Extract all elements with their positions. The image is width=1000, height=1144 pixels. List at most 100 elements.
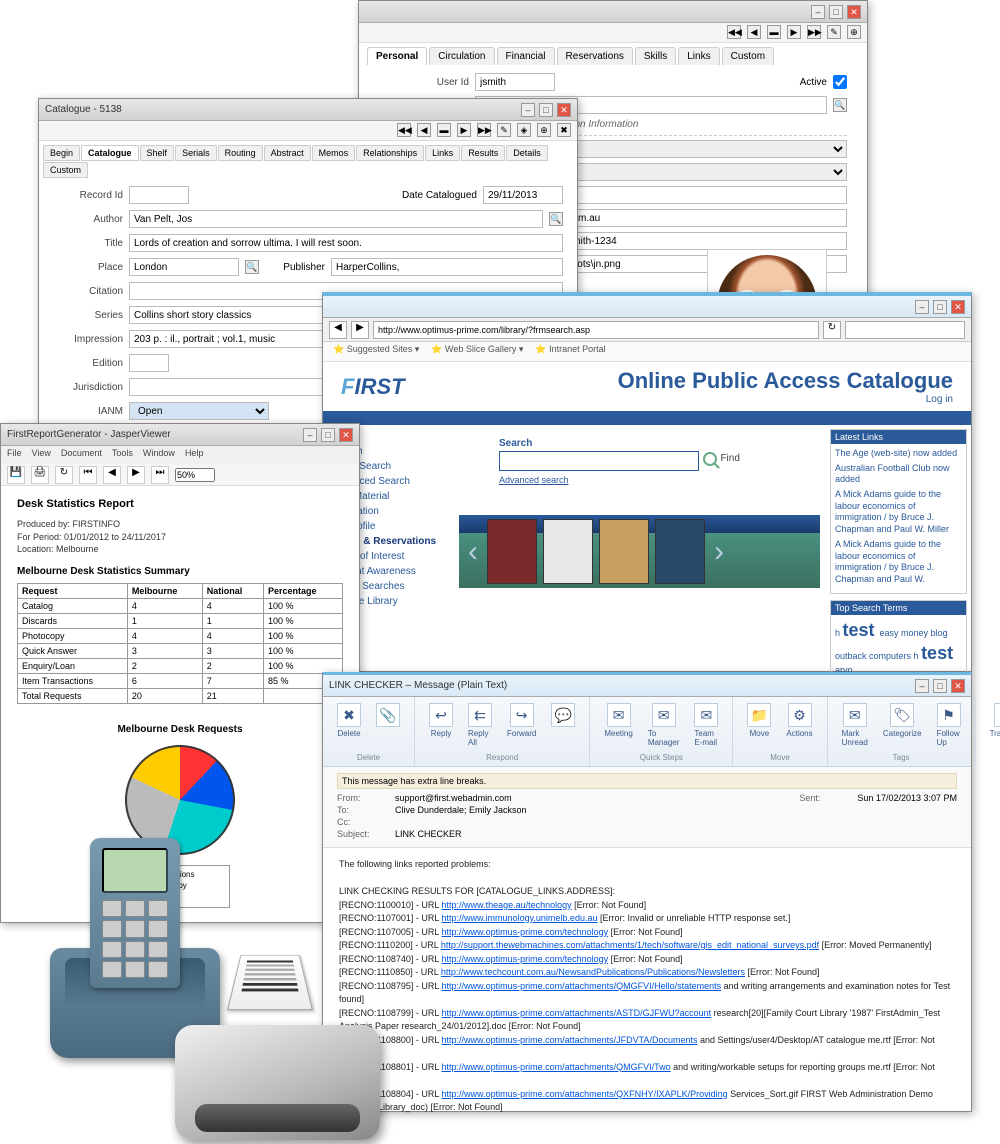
checked-url-link[interactable]: http://www.optimus-prime.com/attachments… [442,1062,671,1072]
nav-button[interactable]: ▬ [767,25,781,39]
nav-button[interactable]: ▶ [457,123,471,137]
tab-personal[interactable]: Personal [367,47,427,65]
tab-links[interactable]: Links [678,47,719,65]
ribbon-button-forward[interactable]: ↪Forward [501,701,542,749]
minimize-icon[interactable]: – [521,103,535,117]
tab-memos[interactable]: Memos [312,145,356,161]
close-icon[interactable]: ✕ [847,5,861,19]
checked-url-link[interactable]: http://www.optimus-prime.com/attachments… [442,1008,712,1018]
latest-link-item[interactable]: A Mick Adams guide to the labour economi… [835,539,962,586]
refresh-icon[interactable]: ↻ [823,321,841,339]
search-tag[interactable]: test [843,620,880,640]
titlebar[interactable]: Catalogue - 5138 – □ ✕ [39,99,577,121]
checked-url-link[interactable]: http://www.optimus-prime.com/technology [442,927,609,937]
nav-button[interactable]: ◀◀ [727,25,741,39]
save-icon[interactable]: 💾 [7,466,25,484]
search-tag[interactable]: h [835,628,843,638]
tab-abstract[interactable]: Abstract [264,145,311,161]
active-checkbox[interactable] [833,73,847,91]
menu-window[interactable]: Window [143,448,175,462]
latest-link-item[interactable]: The Age (web-site) now added [835,448,962,460]
ribbon-button-categorize[interactable]: 🏷Categorize [877,701,928,749]
ribbon-button--[interactable]: 📎 [370,701,406,740]
tab-links[interactable]: Links [425,145,460,161]
ribbon-button--[interactable]: 💬 [545,701,581,749]
tab-catalogue[interactable]: Catalogue [81,145,139,161]
prev-page-icon[interactable]: ◀ [103,466,121,484]
nav-button[interactable]: ▬ [437,123,451,137]
minimize-icon[interactable]: – [303,428,317,442]
edition-input[interactable] [129,354,169,372]
tab-serials[interactable]: Serials [175,145,217,161]
tab-begin[interactable]: Begin [43,145,80,161]
tab-custom[interactable]: Custom [43,162,88,178]
next-page-icon[interactable]: ▶ [127,466,145,484]
checked-url-link[interactable]: http://www.optimus-prime.com/technology [442,954,609,964]
lookup-icon[interactable]: 🔍 [549,212,563,226]
date-cat-input[interactable] [483,186,563,204]
checked-url-link[interactable]: http://www.optimus-prime.com/attachments… [442,1089,728,1099]
nav-button[interactable]: ⊕ [537,123,551,137]
carousel-prev-icon[interactable]: ‹ [463,532,483,572]
checked-url-link[interactable]: http://support.thewebmachines.com/attach… [441,940,819,950]
menu-document[interactable]: Document [61,448,102,462]
book-cover[interactable] [655,519,705,584]
url-input[interactable] [373,321,819,339]
place-input[interactable] [129,258,239,276]
publisher-input[interactable] [331,258,563,276]
title-input[interactable] [129,234,563,252]
tab-custom[interactable]: Custom [722,47,774,65]
ribbon-button-translate[interactable]: ⊕Translate [984,701,1000,740]
titlebar[interactable]: – □ ✕ [323,296,971,318]
close-icon[interactable]: ✕ [557,103,571,117]
record-id-input[interactable] [129,186,189,204]
nav-button[interactable]: ▶ [787,25,801,39]
search-tag[interactable]: easy money [880,628,931,638]
tab-circulation[interactable]: Circulation [429,47,494,65]
nav-button[interactable]: ▶▶ [807,25,821,39]
bookmark-item[interactable]: ⭐ Suggested Sites ▾ [333,344,419,359]
menu-view[interactable]: View [32,448,51,462]
nav-button[interactable]: ◀ [417,123,431,137]
ribbon-button-meeting[interactable]: ✉Meeting [598,701,638,749]
tab-skills[interactable]: Skills [635,47,676,65]
login-link[interactable]: Log in [618,394,953,405]
checked-url-link[interactable]: http://www.optimus-prime.com/attachments… [442,981,722,991]
carousel-next-icon[interactable]: › [709,532,729,572]
author-input[interactable] [129,210,543,228]
first-page-icon[interactable]: ⏮ [79,466,97,484]
latest-link-item[interactable]: Australian Football Club now added [835,463,962,486]
lookup-icon[interactable]: 🔍 [245,260,259,274]
find-button[interactable]: Find [703,452,739,466]
maximize-icon[interactable]: □ [539,103,553,117]
zoom-input[interactable] [175,468,215,482]
ribbon-button-to-manager[interactable]: ✉To Manager [642,701,686,749]
ribbon-button-mark-unread[interactable]: ✉Mark Unread [836,701,874,749]
titlebar[interactable]: – □ ✕ [359,1,867,23]
print-icon[interactable]: 🖨 [31,466,49,484]
ribbon-button-team-e-mail[interactable]: ✉Team E-mail [688,701,724,749]
tab-results[interactable]: Results [461,145,505,161]
close-icon[interactable]: ✕ [951,300,965,314]
search-tag[interactable]: blog [931,628,948,638]
nav-button[interactable]: ⊕ [847,25,861,39]
advanced-search-link[interactable]: Advanced search [499,475,820,485]
bookmark-item[interactable]: ⭐ Web Slice Gallery ▾ [431,344,523,359]
minimize-icon[interactable]: – [915,679,929,693]
refresh-icon[interactable]: ↻ [55,466,73,484]
titlebar[interactable]: FirstReportGenerator - JasperViewer – □ … [1,424,359,446]
tab-details[interactable]: Details [506,145,548,161]
minimize-icon[interactable]: – [811,5,825,19]
close-icon[interactable]: ✕ [339,428,353,442]
ribbon-button-reply-all[interactable]: ⇇Reply All [462,701,498,749]
search-tag[interactable]: test [921,643,953,663]
maximize-icon[interactable]: □ [829,5,843,19]
checked-url-link[interactable]: http://www.techcount.com.au/NewsandPubli… [441,967,745,977]
book-cover[interactable] [543,519,593,584]
tab-financial[interactable]: Financial [497,47,555,65]
menu-help[interactable]: Help [185,448,204,462]
search-tag[interactable]: h [914,651,922,661]
nav-button[interactable]: ◈ [517,123,531,137]
titlebar[interactable]: LINK CHECKER – Message (Plain Text) – □ … [323,675,971,697]
browser-search-input[interactable] [845,321,965,339]
